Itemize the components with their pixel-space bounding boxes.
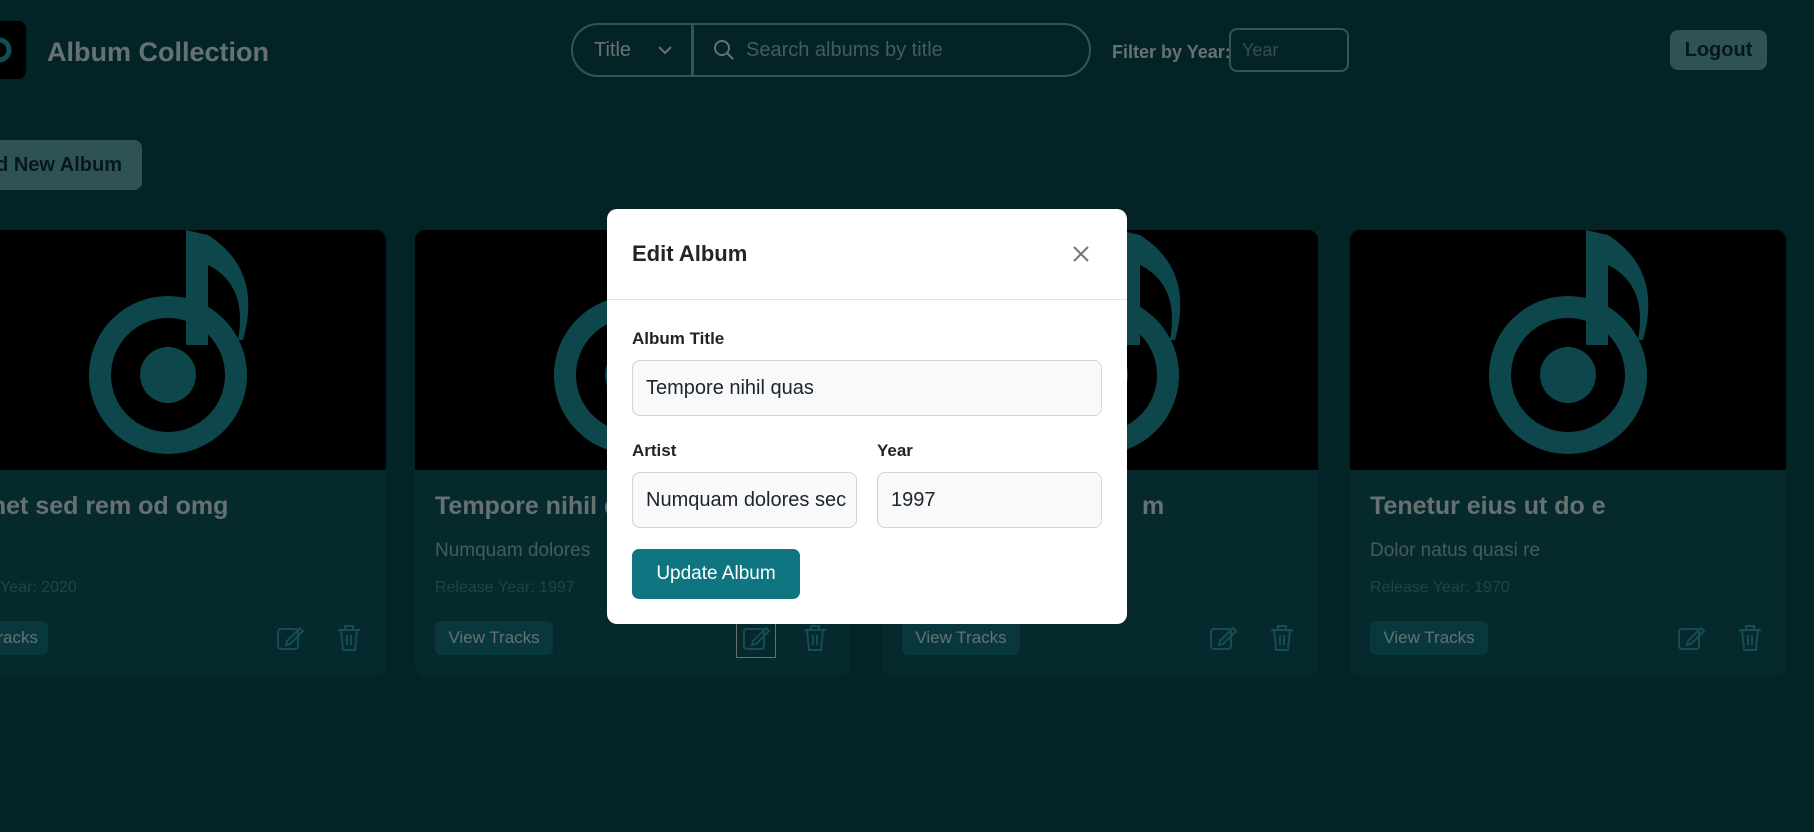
artist-label: Artist bbox=[632, 441, 677, 460]
year-label: Year bbox=[877, 441, 913, 460]
page-background: Album Collection Title Search albums by … bbox=[0, 0, 1814, 832]
edit-album-modal: Edit Album Album Title Tempore nihil qua… bbox=[607, 209, 1127, 624]
year-input[interactable]: 1997 bbox=[877, 472, 1102, 528]
album-title-input[interactable]: Tempore nihil quas bbox=[632, 360, 1102, 416]
modal-title: Edit Album bbox=[632, 241, 748, 266]
artist-input[interactable]: Numquam dolores sec bbox=[632, 472, 857, 528]
update-album-button[interactable]: Update Album bbox=[632, 549, 800, 599]
album-title-label: Album Title bbox=[632, 329, 725, 348]
modal-header: Edit Album bbox=[607, 209, 1127, 300]
close-icon[interactable] bbox=[1069, 242, 1093, 266]
